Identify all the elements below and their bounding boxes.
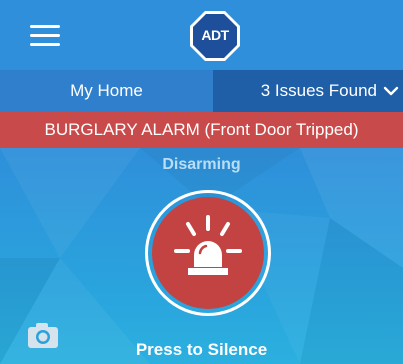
alarm-banner: BURGLARY ALARM (Front Door Tripped) [0, 112, 403, 148]
logo-text: ADT [201, 27, 229, 43]
arming-status: Disarming [162, 156, 241, 173]
location-label: My Home [70, 81, 143, 100]
press-to-silence-label: Press to Silence [135, 340, 268, 359]
silence-alarm-button[interactable] [152, 197, 264, 309]
adt-app-screen: ADT My Home 3 Issues Found BURGLARY ALAR… [0, 0, 403, 364]
alarm-control-panel: Disarming Press to Silence [0, 148, 403, 364]
chevron-down-icon [383, 86, 399, 96]
location-selector-home[interactable]: My Home [0, 70, 213, 112]
hamburger-menu-icon[interactable] [30, 25, 60, 47]
top-bar: ADT [0, 0, 403, 70]
issues-dropdown[interactable]: 3 Issues Found [213, 70, 403, 112]
location-bar: My Home 3 Issues Found [0, 70, 403, 112]
siren-icon [174, 215, 242, 275]
issues-label: 3 Issues Found [260, 81, 377, 100]
alarm-text: BURGLARY ALARM (Front Door Tripped) [44, 120, 359, 139]
adt-logo: ADT [187, 8, 243, 64]
